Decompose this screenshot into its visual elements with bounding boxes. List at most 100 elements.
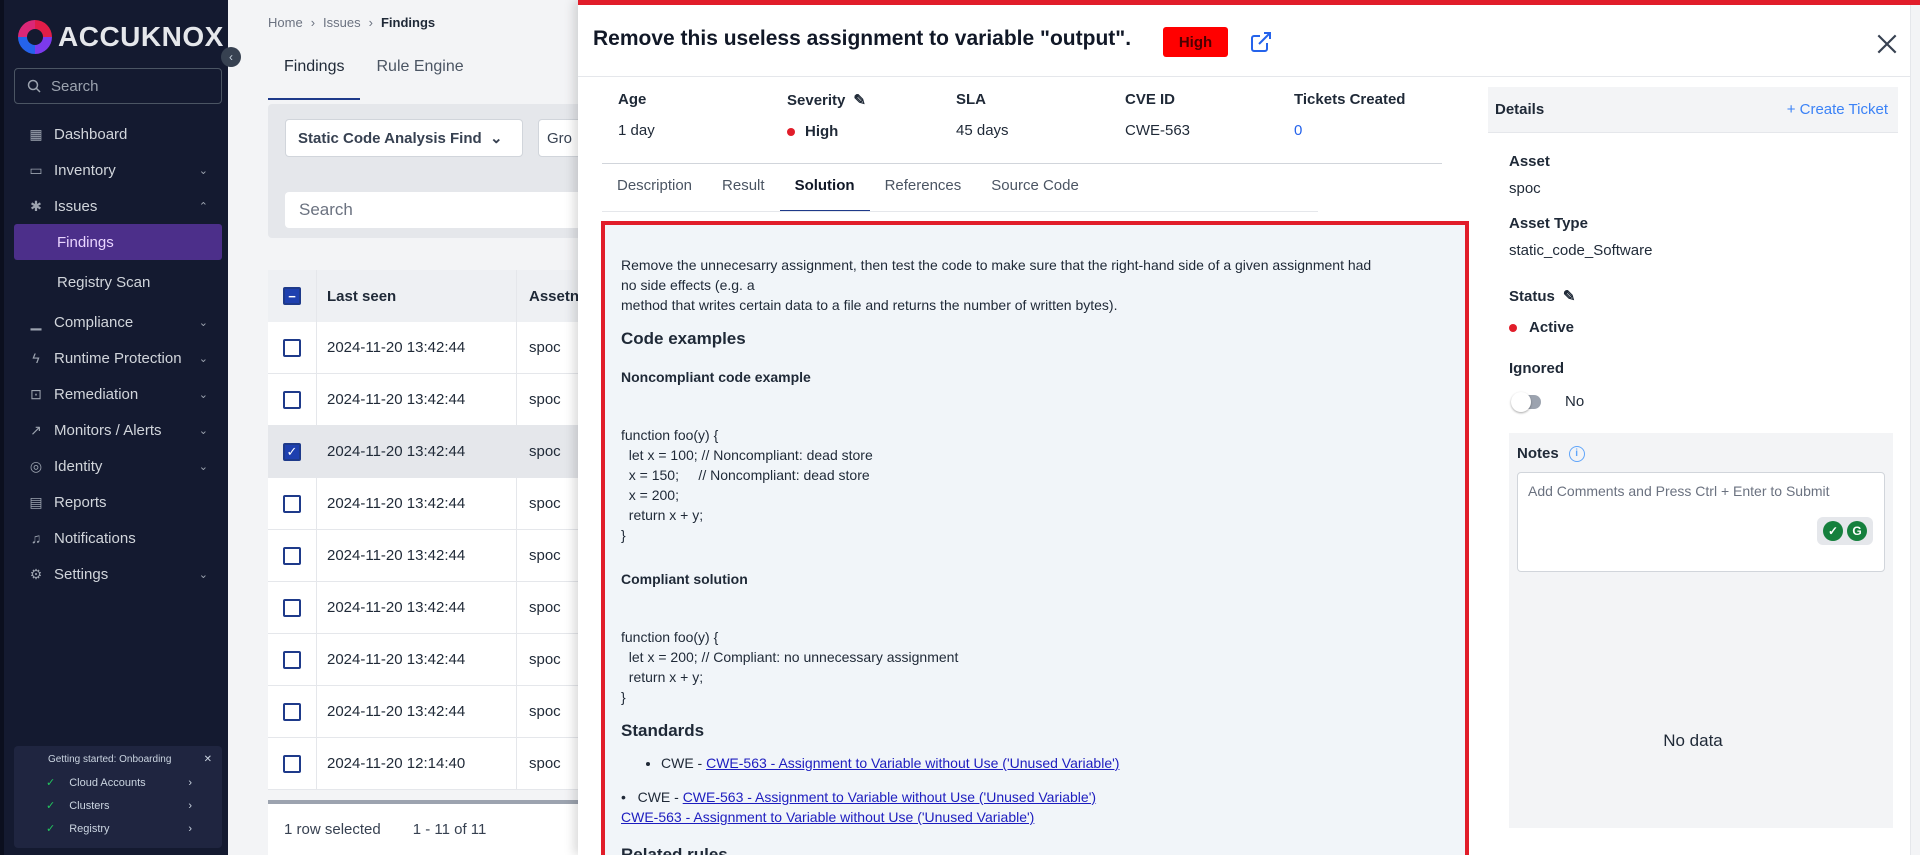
breadcrumb-home[interactable]: Home bbox=[268, 15, 303, 30]
sidebar-item-dashboard[interactable]: ▦ Dashboard bbox=[14, 116, 222, 152]
ignored-value: No bbox=[1565, 393, 1585, 410]
cve-value: CWE-563 bbox=[1125, 122, 1191, 139]
sidebar-item-inventory[interactable]: ▭ Inventory ⌄ bbox=[14, 152, 222, 188]
external-link-icon[interactable] bbox=[1249, 30, 1273, 54]
cwe-563-link[interactable]: CWE-563 - Assignment to Variable without… bbox=[706, 755, 1119, 771]
tickets-count-link[interactable]: 0 bbox=[1294, 122, 1463, 139]
sidebar-item-registry-scan[interactable]: Registry Scan bbox=[14, 264, 222, 300]
sidebar-item-monitors-alerts[interactable]: ↗ Monitors / Alerts ⌄ bbox=[14, 412, 222, 448]
tab-source-code[interactable]: Source Code bbox=[976, 168, 1094, 212]
row-checkbox[interactable]: ✓ bbox=[283, 442, 301, 461]
sidebar-search-input[interactable]: Search bbox=[14, 68, 222, 104]
sidebar-item-issues[interactable]: ✱ Issues ⌃ bbox=[14, 188, 222, 224]
grammarly-icon: G bbox=[1847, 521, 1867, 541]
cwe-563-link[interactable]: CWE-563 - Assignment to Variable without… bbox=[683, 789, 1096, 805]
sidebar-item-remediation[interactable]: ⊡ Remediation ⌄ bbox=[14, 376, 222, 412]
sidebar-item-label: Identity bbox=[54, 457, 103, 475]
chevron-down-icon: ⌄ bbox=[198, 388, 208, 401]
sidebar-nav: ▦ Dashboard ▭ Inventory ⌄ ✱ Issues ⌃ Findings… bbox=[14, 116, 222, 592]
scrollbar[interactable] bbox=[1910, 5, 1920, 855]
close-icon[interactable]: ✕ bbox=[204, 754, 212, 765]
close-icon[interactable] bbox=[1874, 31, 1900, 57]
row-checkbox[interactable] bbox=[283, 650, 301, 669]
row-checkbox[interactable] bbox=[283, 598, 301, 617]
sidebar-item-findings[interactable]: Findings bbox=[14, 224, 222, 260]
status-dot-icon bbox=[1509, 323, 1517, 332]
grid-icon: ▦ bbox=[29, 125, 43, 142]
asset-label: Asset bbox=[1509, 153, 1550, 170]
standard-prefix: CWE - bbox=[661, 755, 707, 771]
row-checkbox[interactable] bbox=[283, 702, 301, 721]
onboarding-item-cloud-accounts[interactable]: ✓ Cloud Accounts › bbox=[24, 771, 212, 794]
status-value: Active bbox=[1529, 319, 1575, 336]
cell-date: 2024-11-20 13:42:44 bbox=[316, 426, 516, 477]
cwe-563-link[interactable]: CWE-563 - Assignment to Variable without… bbox=[621, 809, 1034, 825]
details-panel: Details + Create Ticket Asset spoc Asset… bbox=[1488, 87, 1898, 855]
chart-icon: ▁ bbox=[30, 313, 42, 330]
tab-rule-engine[interactable]: Rule Engine bbox=[360, 54, 479, 100]
heading-standards: Standards bbox=[621, 721, 705, 740]
sidebar-item-compliance[interactable]: ▁ Compliance ⌄ bbox=[14, 304, 222, 340]
heading-compliant: Compliant solution bbox=[621, 571, 748, 587]
finding-meta: Age 1 day Severity ✎ High SLA 45 days CVE ID… bbox=[618, 91, 1463, 140]
chevron-down-icon: ⌄ bbox=[490, 130, 503, 147]
grammarly-widget[interactable]: ✓ G bbox=[1817, 517, 1873, 545]
sidebar-item-settings[interactable]: ⚙ Settings ⌄ bbox=[14, 556, 222, 592]
column-last-seen[interactable]: Last seen bbox=[316, 270, 516, 322]
tab-references[interactable]: References bbox=[870, 168, 977, 212]
row-checkbox[interactable] bbox=[283, 754, 301, 773]
cve-label: CVE ID bbox=[1125, 91, 1176, 108]
inventory-icon: ▭ bbox=[29, 161, 43, 178]
data-type-dropdown[interactable]: Static Code Analysis Find ⌄ bbox=[285, 119, 523, 157]
select-all-checkbox[interactable]: − bbox=[283, 287, 301, 305]
onboarding-panel: Getting started: Onboarding ✕ ✓ Cloud Acco… bbox=[14, 746, 222, 848]
sidebar-item-identity[interactable]: ◎ Identity ⌄ bbox=[14, 448, 222, 484]
cell-date: 2024-11-20 13:42:44 bbox=[316, 582, 516, 633]
sidebar-item-reports[interactable]: ▤ Reports bbox=[14, 484, 222, 520]
logo-mark-icon bbox=[18, 20, 52, 54]
search-placeholder: Search bbox=[299, 200, 353, 219]
heading-code-examples: Code examples bbox=[621, 329, 746, 348]
chevron-down-icon: ⌄ bbox=[198, 460, 208, 473]
tab-findings[interactable]: Findings bbox=[268, 54, 361, 100]
detail-tabs: Description Result Solution References S… bbox=[602, 168, 1094, 212]
tab-description[interactable]: Description bbox=[602, 168, 707, 212]
onboarding-item-clusters[interactable]: ✓ Clusters › bbox=[24, 794, 212, 817]
tab-result[interactable]: Result bbox=[707, 168, 780, 212]
cell-date: 2024-11-20 12:14:40 bbox=[316, 738, 516, 789]
ignored-toggle[interactable] bbox=[1511, 391, 1541, 412]
onboarding-item-registry[interactable]: ✓ Registry › bbox=[24, 817, 212, 840]
row-checkbox[interactable] bbox=[283, 494, 301, 513]
chevron-up-icon: ⌃ bbox=[198, 200, 208, 213]
sidebar-item-label: Dashboard bbox=[54, 125, 128, 143]
row-checkbox[interactable] bbox=[283, 390, 301, 409]
breadcrumb-issues[interactable]: Issues bbox=[323, 15, 361, 30]
pencil-icon[interactable]: ✎ bbox=[1563, 287, 1576, 305]
tab-solution[interactable]: Solution bbox=[779, 168, 870, 212]
row-checkbox[interactable] bbox=[283, 338, 301, 357]
sidebar-item-label: Findings bbox=[57, 233, 114, 251]
sidebar-item-label: Remediation bbox=[54, 385, 139, 403]
list-item: • CWE - CWE-563 - Assignment to Variable… bbox=[621, 789, 1097, 805]
collapse-sidebar-button[interactable]: ‹ bbox=[221, 47, 241, 67]
breadcrumb-findings: Findings bbox=[380, 15, 436, 30]
dropdown-value: Static Code Analysis Find bbox=[298, 129, 482, 147]
onboarding-title: Getting started: Onboarding bbox=[48, 754, 172, 765]
code-block-compliant: function foo(y) { let x = 200; // Compli… bbox=[621, 629, 959, 705]
fingerprint-icon: ◎ bbox=[29, 457, 43, 474]
sidebar-item-runtime-protection[interactable]: ϟ Runtime Protection ⌄ bbox=[14, 340, 222, 376]
standards-list: CWE - CWE-563 - Assignment to Variable w… bbox=[661, 753, 1449, 773]
info-icon[interactable]: i bbox=[1568, 445, 1585, 462]
sidebar-item-notifications[interactable]: ♫ Notifications bbox=[14, 520, 222, 556]
pencil-icon[interactable]: ✎ bbox=[853, 91, 866, 109]
sidebar: ACCUKNOX ‹ Search ▦ Dashboard ▭ Inventory ⌄… bbox=[0, 0, 241, 855]
monitor-icon: ↗ bbox=[30, 421, 42, 438]
divider bbox=[578, 76, 1920, 77]
row-checkbox[interactable] bbox=[283, 546, 301, 565]
finding-title: Remove this useless assignment to variab… bbox=[593, 27, 1132, 50]
logo-text: ACCUKNOX bbox=[58, 21, 224, 52]
sidebar-item-label: Settings bbox=[54, 565, 109, 583]
create-ticket-button[interactable]: + Create Ticket bbox=[1787, 101, 1888, 118]
accuknox-logo[interactable]: ACCUKNOX bbox=[18, 20, 224, 54]
sidebar-item-label: Runtime Protection bbox=[54, 349, 182, 367]
